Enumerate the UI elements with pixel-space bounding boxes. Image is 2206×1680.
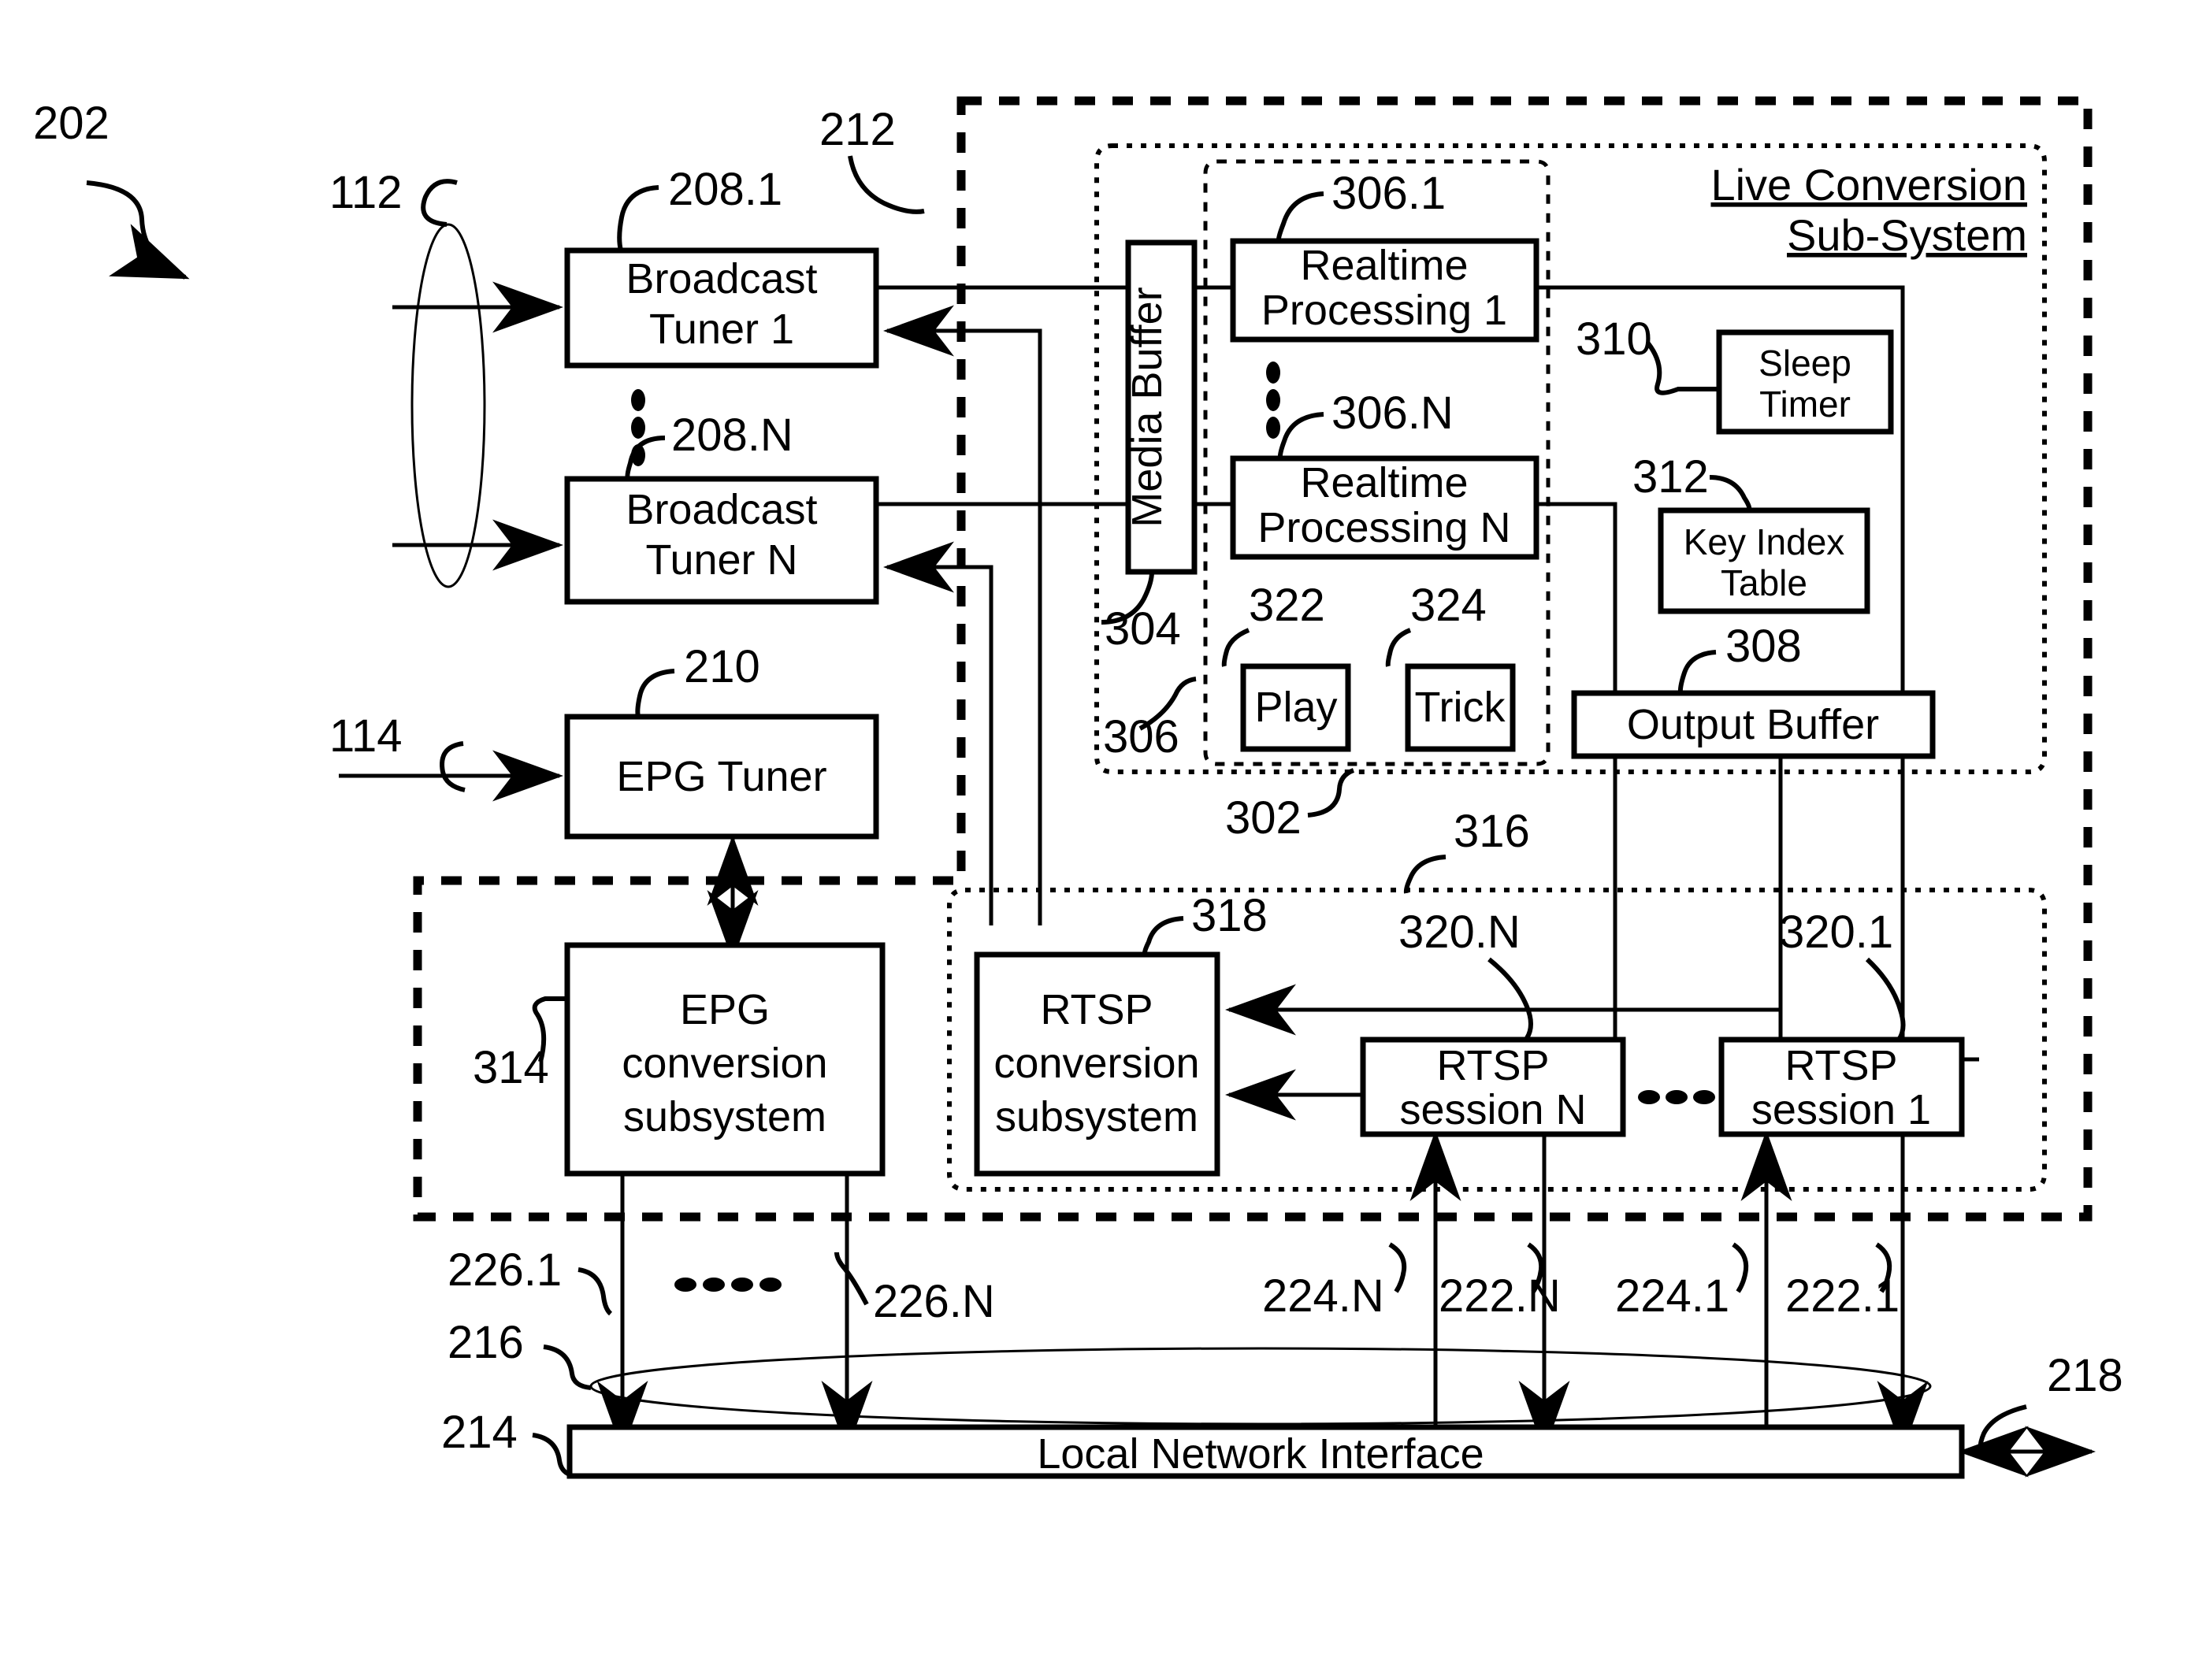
ref-208-n: 208.N xyxy=(671,410,793,461)
diagram-svg: Broadcast Tuner 1 Broadcast Tuner N EPG … xyxy=(33,96,2123,1479)
block-trick-label: Trick xyxy=(1415,684,1506,731)
block-key-index-table-line2: Table xyxy=(1721,562,1807,603)
block-rtsp-session-n-line1: RTSP xyxy=(1436,1042,1549,1089)
leader-202 xyxy=(86,180,190,280)
ref-210: 210 xyxy=(684,641,760,692)
block-rtsp-session-1-line1: RTSP xyxy=(1784,1042,1897,1089)
ref-302: 302 xyxy=(1225,792,1302,844)
ref-208-1: 208.1 xyxy=(668,164,782,215)
block-epg-conversion-line1: EPG xyxy=(680,986,770,1033)
leader-320-n xyxy=(1487,957,1533,1040)
block-realtime-processing-1-line2: Processing 1 xyxy=(1261,287,1507,334)
ref-304: 304 xyxy=(1105,603,1181,655)
ref-306-group: 306 xyxy=(1103,711,1179,762)
leader-306-1 xyxy=(1276,191,1324,242)
patent-figure-canvas: Broadcast Tuner 1 Broadcast Tuner N EPG … xyxy=(0,0,2206,1680)
leader-316 xyxy=(1403,855,1447,894)
block-rtsp-conversion-line3: subsystem xyxy=(995,1093,1198,1140)
local-network-cloud-ellipse xyxy=(589,1347,1932,1426)
block-rtsp-conversion-line2: conversion xyxy=(993,1040,1199,1087)
ref-324: 324 xyxy=(1410,580,1487,631)
ref-114: 114 xyxy=(329,710,402,762)
ref-306-1: 306.1 xyxy=(1331,168,1446,219)
ref-222-n: 222.N xyxy=(1439,1270,1561,1322)
leader-114 xyxy=(440,741,466,792)
leader-320-1 xyxy=(1865,957,1906,1041)
leader-216 xyxy=(543,1344,592,1390)
ref-316: 316 xyxy=(1454,806,1530,857)
ref-226-n: 226.N xyxy=(873,1276,995,1327)
leader-322 xyxy=(1221,628,1250,667)
ref-216: 216 xyxy=(448,1317,524,1368)
rtsp-session-horizontal-ellipsis xyxy=(1638,1090,1715,1104)
ref-218: 218 xyxy=(2047,1350,2123,1401)
block-epg-tuner-label: EPG Tuner xyxy=(616,753,826,800)
ref-222-1: 222.1 xyxy=(1785,1270,1900,1322)
leader-210 xyxy=(635,669,675,718)
live-conversion-title-line2: Sub-System xyxy=(1787,210,2027,260)
block-broadcast-tuner-1-line1: Broadcast xyxy=(626,255,817,302)
wire-feedback-to-tunern xyxy=(883,541,993,925)
ref-314: 314 xyxy=(473,1042,549,1093)
ref-306-n: 306.N xyxy=(1331,388,1454,439)
leader-224-1 xyxy=(1732,1242,1749,1293)
ref-212: 212 xyxy=(819,104,896,155)
leader-318 xyxy=(1142,916,1184,955)
ref-202: 202 xyxy=(33,98,110,149)
leader-208-n xyxy=(625,436,666,480)
ref-224-1: 224.1 xyxy=(1615,1270,1729,1322)
block-sleep-timer-line1: Sleep xyxy=(1758,343,1851,384)
leader-324 xyxy=(1385,628,1412,667)
block-broadcast-tuner-n-line1: Broadcast xyxy=(626,486,817,533)
block-media-buffer-label: Media Buffer xyxy=(1123,287,1171,527)
leader-226-1 xyxy=(577,1267,613,1316)
block-epg-conversion-line3: subsystem xyxy=(623,1093,826,1140)
block-epg-conversion-line2: conversion xyxy=(622,1040,827,1087)
block-sleep-timer-line2: Timer xyxy=(1759,384,1851,425)
leader-208-1 xyxy=(617,185,659,251)
leader-212 xyxy=(848,155,925,214)
ref-320-n: 320.N xyxy=(1398,907,1521,958)
epg-stream-horizontal-ellipsis xyxy=(674,1278,782,1292)
ref-214: 214 xyxy=(441,1407,518,1458)
live-conversion-title-line1: Live Conversion xyxy=(1710,160,2027,210)
ref-320-1: 320.1 xyxy=(1779,907,1893,958)
ref-226-1: 226.1 xyxy=(448,1244,562,1296)
leader-302 xyxy=(1307,768,1355,818)
ref-310: 310 xyxy=(1576,313,1652,365)
realtime-vertical-ellipsis xyxy=(1266,362,1280,439)
ref-322: 322 xyxy=(1249,580,1325,631)
block-rtsp-session-1-line2: session 1 xyxy=(1751,1086,1931,1133)
leader-214 xyxy=(532,1433,571,1477)
ref-312: 312 xyxy=(1632,451,1709,503)
block-broadcast-tuner-1-line2: Tuner 1 xyxy=(649,306,794,353)
leader-308 xyxy=(1677,650,1717,694)
block-realtime-processing-1-line1: Realtime xyxy=(1300,242,1468,289)
ref-318: 318 xyxy=(1191,890,1268,941)
block-local-network-interface-label: Local Network Interface xyxy=(1037,1430,1484,1478)
leader-112 xyxy=(421,179,458,227)
leader-218 xyxy=(1978,1404,2027,1452)
broadcast-input-bus-ellipse xyxy=(410,223,486,588)
leader-306-n xyxy=(1277,412,1324,459)
ref-308: 308 xyxy=(1725,621,1802,672)
block-output-buffer-label: Output Buffer xyxy=(1627,701,1879,748)
block-broadcast-tuner-n-line2: Tuner N xyxy=(645,536,797,584)
ref-224-n: 224.N xyxy=(1262,1270,1384,1322)
leader-310 xyxy=(1646,342,1719,395)
leader-226-n xyxy=(834,1252,869,1306)
block-rtsp-session-n-line2: session N xyxy=(1399,1086,1586,1133)
ref-112: 112 xyxy=(329,167,402,218)
leader-312 xyxy=(1709,475,1752,512)
block-realtime-processing-n-line2: Processing N xyxy=(1257,504,1510,551)
block-key-index-table-line1: Key Index xyxy=(1684,521,1845,562)
block-rtsp-conversion-line1: RTSP xyxy=(1040,986,1153,1033)
block-realtime-processing-n-line1: Realtime xyxy=(1300,459,1468,506)
block-play-label: Play xyxy=(1254,684,1337,731)
leader-224-n xyxy=(1388,1242,1407,1293)
